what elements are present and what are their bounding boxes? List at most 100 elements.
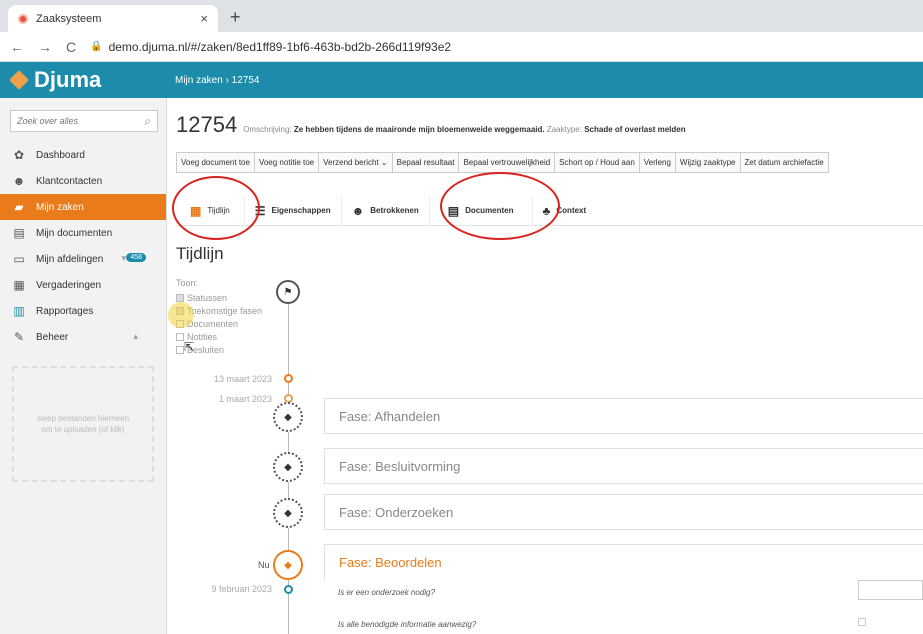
annotation-circle [172,176,260,240]
description-label: Omschrijving: [243,125,292,134]
now-label: Nu [258,560,270,570]
search-box: ⌕ [10,110,158,132]
tag-icon: ◆ [273,498,303,528]
add-note-button[interactable]: Voeg notitie toe [253,152,320,173]
sidebar-item-mijn-documenten[interactable]: ▤ Mijn documenten [0,220,166,246]
sidebar-item-label: Mijn afdelingen [36,253,104,265]
sidebar-item-dashboard[interactable]: ✿ Dashboard [0,142,166,168]
checkbox[interactable] [176,294,184,302]
case-number: 12754 [176,112,238,137]
sidebar-item-label: Vergaderingen [36,279,102,291]
filter-text: Documenten [187,319,239,329]
sidebar-item-label: Mijn documenten [36,227,113,239]
logo-text: Djuma [34,67,102,92]
phase-card-besluitvorming[interactable]: Fase: Besluitvorming [324,448,923,484]
document-icon: ▤ [13,226,25,240]
main-content: 12754 Omschrijving: Ze hebben tijdens de… [168,98,923,634]
url-field[interactable]: demo.djuma.nl/#/zaken/8ed1ff89-1bf6-463b… [109,40,452,54]
address-bar: ← → C 🔒 demo.djuma.nl/#/zaken/8ed1ff89-1… [0,32,923,62]
add-document-button[interactable]: Voeg document toe [176,152,255,173]
tab-label: Eigenschappen [271,206,331,215]
reload-button[interactable]: C [66,39,76,55]
timeline-date: 1 maart 2023 [218,394,272,404]
sidebar-item-mijn-afdelingen[interactable]: ▭ Mijn afdelingen ▾ 458 [0,246,166,272]
tab-label: Context [556,206,587,215]
filter-statussen[interactable]: Statussen [176,292,262,304]
sidebar-item-label: Rapportages [36,305,94,317]
annotation-circle [440,172,560,240]
extend-button[interactable]: Verleng [638,152,676,173]
question-answer-field[interactable] [858,580,923,600]
set-archive-date-button[interactable]: Zet datum archiefactie [739,152,829,173]
set-result-button[interactable]: Bepaal resultaat [391,152,460,173]
browser-tab[interactable]: Zaaksysteem × [8,5,218,32]
sidebar-item-label: Dashboard [36,149,85,161]
chart-icon: ▥ [13,304,25,318]
status-dot [284,585,293,594]
filter-text: Toekomstige fasen [187,306,263,316]
sidebar-item-label: Beheer [36,331,69,343]
sidebar-item-beheer[interactable]: ✎ Beheer ▴ [0,324,166,350]
inbox-icon: ▭ [13,252,25,266]
upload-dropzone[interactable]: sleep bestanden hierheen om te uploaden … [12,366,154,482]
tab-label: Betrokkenen [370,206,419,215]
send-message-button[interactable]: Verzend bericht ⌄ [318,152,393,173]
question-label: Is alle benodigde informatie aanwezig? [338,620,477,629]
sidebar-item-mijn-zaken[interactable]: ▰ Mijn zaken [0,194,166,220]
sidebar-item-klantcontacten[interactable]: ☻ Klantcontacten [0,168,166,194]
folder-icon: ▰ [14,200,24,214]
suspend-button[interactable]: Schort op / Houd aan [554,152,640,173]
calendar-icon: ▦ [13,278,25,292]
people-icon: ☻ [12,174,26,188]
checkbox[interactable] [176,346,184,354]
set-confidentiality-button[interactable]: Bepaal vertrouwelijkheid [458,152,556,173]
count-badge: 458 [126,253,146,262]
tab-close-icon[interactable]: × [200,11,208,26]
breadcrumb[interactable]: Mijn zaken › 12754 [175,75,260,86]
forward-button[interactable]: → [38,39,52,55]
sidebar-item-rapportages[interactable]: ▥ Rapportages [0,298,166,324]
case-description: Omschrijving: Ze hebben tijdens de maair… [243,125,685,134]
logo-mark-icon [9,70,29,90]
timeline-date: 13 maart 2023 [213,374,272,384]
lock-icon: 🔒 [90,41,103,52]
sidebar-item-label: Klantcontacten [36,175,103,187]
tab-betrokkenen[interactable]: ☻ Betrokkenen [342,195,430,226]
phase-card-onderzoeken[interactable]: Fase: Onderzoeken [324,494,923,530]
case-type-label: Zaaktype: [546,125,582,134]
cursor-icon: ⇱ [184,340,195,354]
case-type-value: Schade of overlast melden [584,125,686,134]
question-label: Is er een onderzoek nodig? [338,588,435,597]
cursor-highlight [168,302,194,328]
case-header: 12754 Omschrijving: Ze hebben tijdens de… [176,112,686,138]
chevron-down-icon[interactable]: ▾ [121,253,126,264]
description-value: Ze hebben tijdens de maaironde mijn bloe… [293,125,545,134]
phase-card-afhandelen[interactable]: Fase: Afhandelen [324,398,923,434]
browser-tabstrip: Zaaksysteem × + [0,0,923,32]
new-tab-button[interactable]: + [230,7,241,28]
tag-icon: ◆ [273,402,303,432]
section-title: Tijdlijn [176,244,224,263]
wrench-icon: ✎ [13,330,25,344]
favicon-icon [18,13,28,24]
change-case-type-button[interactable]: Wijzig zaaktype [674,152,741,173]
logo[interactable]: Djuma [0,67,175,93]
chevron-up-icon[interactable]: ▴ [133,331,138,342]
sidebar-item-vergaderingen[interactable]: ▦ Vergaderingen [0,272,166,298]
question-checkbox[interactable] [858,618,866,626]
people-icon: ☻ [351,203,365,218]
search-input[interactable] [17,116,145,126]
tag-icon: ◆ [273,452,303,482]
search-icon[interactable]: ⌕ [144,114,151,129]
checkbox[interactable] [176,333,184,341]
back-button[interactable]: ← [10,39,24,55]
app-header: Djuma Mijn zaken › 12754 [0,62,923,98]
tag-icon: ◆ [273,550,303,580]
phase-card-beoordelen[interactable]: Fase: Beoordelen [324,544,923,580]
filter-text: Statussen [187,293,228,303]
filter-label: Toon: [176,278,199,288]
sidebar: ⌕ ✿ Dashboard ☻ Klantcontacten ▰ Mijn za… [0,98,167,634]
tab-title: Zaaksysteem [36,12,102,25]
action-toolbar: Voeg document toe Voeg notitie toe Verze… [176,152,829,173]
flag-icon: ⚑ [276,280,300,304]
